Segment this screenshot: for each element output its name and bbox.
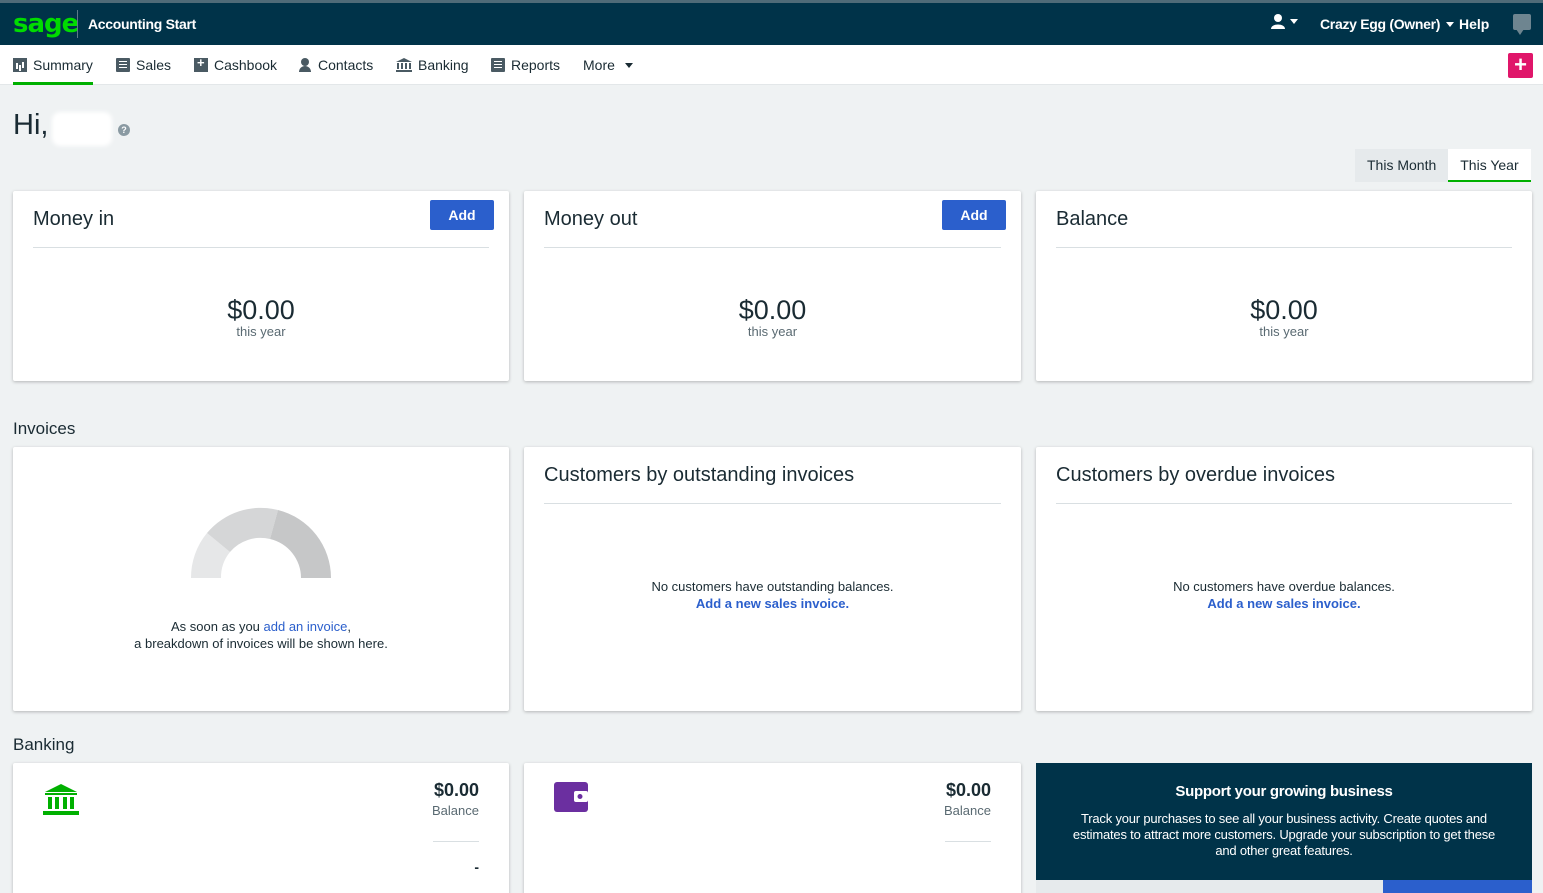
report-icon <box>491 58 505 72</box>
greeting: Hi, <box>13 109 49 141</box>
nav-reports[interactable]: Reports <box>491 45 560 85</box>
banking-section-title: Banking <box>13 735 75 754</box>
outstanding-invoices-card: Customers by outstanding invoices No cus… <box>524 447 1021 711</box>
account-balance-amount: $0.00 <box>433 780 479 800</box>
card-title: Money in <box>33 208 115 230</box>
cashbook-icon <box>194 55 208 72</box>
amount: $0.00 <box>227 295 295 325</box>
nav-label: Cashbook <box>214 57 278 73</box>
wallet-icon <box>554 782 588 812</box>
money-out-card: Money out Add $0.00 this year <box>524 191 1021 381</box>
document-icon <box>116 58 130 72</box>
nav-more[interactable]: More <box>583 45 633 85</box>
divider <box>544 503 1001 504</box>
divider <box>433 841 479 842</box>
divider <box>945 841 991 842</box>
nav-banking[interactable]: Banking <box>396 45 469 85</box>
account-name: Crazy Egg (Owner) <box>1320 16 1441 32</box>
chart-icon <box>13 58 27 72</box>
nav-label: Banking <box>418 57 469 73</box>
card-title: Customers by outstanding invoices <box>544 464 855 486</box>
chevron-down-icon <box>1290 18 1298 24</box>
add-money-in-button[interactable]: Add <box>430 200 494 230</box>
bank-icon <box>43 784 79 815</box>
invoices-section-title: Invoices <box>13 419 76 438</box>
message-text: As soon as you <box>171 619 264 634</box>
overdue-empty-message: No customers have overdue balances. Add … <box>1036 578 1532 612</box>
user-menu-button[interactable] <box>1270 13 1298 29</box>
nav-label: More <box>583 57 615 73</box>
nav-sales[interactable]: Sales <box>116 45 171 85</box>
invoice-gauge-chart <box>190 507 332 578</box>
message-text: , <box>347 619 351 634</box>
account-menu[interactable]: Crazy Egg (Owner) <box>1320 16 1455 32</box>
amount-period: this year <box>1259 324 1309 339</box>
sage-logo[interactable]: sage <box>13 9 79 39</box>
invoices-empty-message: As soon as you add an invoice, a breakdo… <box>13 618 509 652</box>
help-link[interactable]: Help <box>1459 16 1489 32</box>
main-nav: Summary Sales Cashbook Contacts Banking … <box>0 45 1543 85</box>
balance-card: Balance $0.00 this year <box>1036 191 1532 381</box>
invoices-breakdown-card: As soon as you add an invoice, a breakdo… <box>13 447 509 711</box>
divider <box>544 247 1001 248</box>
nav-summary[interactable]: Summary <box>13 45 93 85</box>
divider <box>1056 503 1512 504</box>
product-name: Accounting Start <box>88 16 196 32</box>
quick-create-button[interactable]: + <box>1508 53 1533 78</box>
card-title: Balance <box>1056 208 1129 230</box>
promo-text: Track your purchases to see all your bus… <box>1072 811 1496 858</box>
amount: $0.00 <box>1250 295 1318 325</box>
message-text: a breakdown of invoices will be shown he… <box>134 636 388 651</box>
logo-divider <box>77 10 78 38</box>
card-title: Money out <box>544 208 638 230</box>
chevron-down-icon <box>1446 21 1455 27</box>
this-month-button[interactable]: This Month <box>1355 149 1448 182</box>
bank-balance-value: - <box>474 859 479 875</box>
top-bar: sage Accounting Start Crazy Egg (Owner) … <box>0 3 1543 45</box>
add-invoice-link[interactable]: add an invoice <box>264 619 348 634</box>
message-text: No customers have overdue balances. <box>1173 579 1395 594</box>
account-balance-label: Balance <box>944 803 991 818</box>
user-icon <box>1271 14 1285 29</box>
add-sales-invoice-link[interactable]: Add a new sales invoice. <box>696 596 849 611</box>
card-title: Customers by overdue invoices <box>1056 464 1336 486</box>
amount-period: this year <box>236 324 286 339</box>
amount: $0.00 <box>738 295 807 325</box>
account-balance-label: Balance <box>432 803 479 818</box>
nav-contacts[interactable]: Contacts <box>298 45 373 85</box>
bank-account-card[interactable]: $0.00 Balance - <box>13 763 509 893</box>
this-year-button[interactable]: This Year <box>1448 149 1531 182</box>
upgrade-button[interactable] <box>1383 880 1532 893</box>
bank-icon <box>396 58 412 72</box>
upgrade-promo-card: Support your growing business Track your… <box>1036 763 1532 893</box>
nav-cashbook[interactable]: Cashbook <box>194 45 277 85</box>
nav-label: Sales <box>136 57 172 73</box>
overdue-invoices-card: Customers by overdue invoices No custome… <box>1036 447 1532 711</box>
chevron-down-icon <box>624 62 633 68</box>
nav-label: Reports <box>511 57 561 73</box>
nav-label: Contacts <box>318 57 374 73</box>
account-balance-amount: $0.00 <box>945 780 991 800</box>
divider <box>1056 247 1512 248</box>
add-sales-invoice-link[interactable]: Add a new sales invoice. <box>1207 596 1360 611</box>
amount-period: this year <box>747 324 798 339</box>
person-icon <box>298 58 312 72</box>
add-money-out-button[interactable]: Add <box>942 200 1006 230</box>
cash-account-card[interactable]: $0.00 Balance <box>524 763 1021 893</box>
nav-label: Summary <box>33 57 93 73</box>
money-in-card: Money in Add $0.00 this year <box>13 191 509 381</box>
message-text: No customers have outstanding balances. <box>651 579 894 594</box>
chat-icon[interactable] <box>1513 14 1531 35</box>
help-icon[interactable]: ? <box>118 124 130 136</box>
divider <box>33 247 489 248</box>
period-toggle: This Month This Year <box>1355 149 1531 182</box>
redacted-name <box>52 112 112 146</box>
outstanding-empty-message: No customers have outstanding balances. … <box>524 578 1021 612</box>
promo-title: Support your growing business <box>1175 783 1393 800</box>
